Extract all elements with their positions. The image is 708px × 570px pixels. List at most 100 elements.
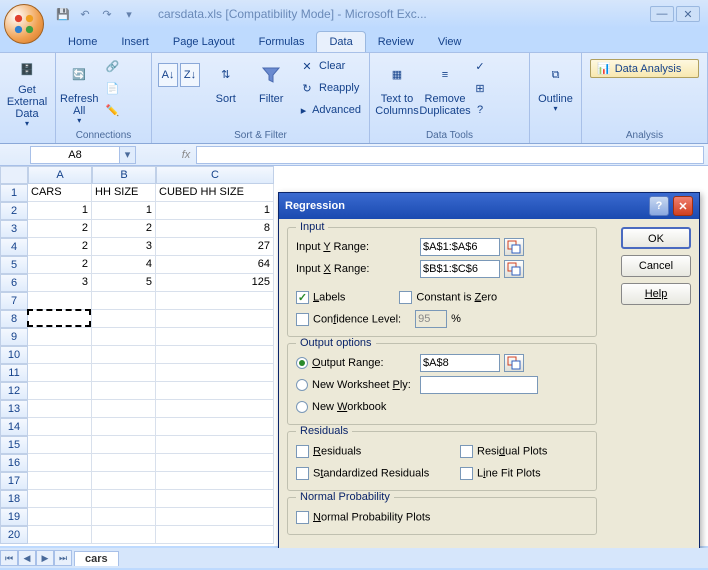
row-header[interactable]: 12: [0, 382, 28, 400]
output-range-radio[interactable]: Output Range:: [296, 357, 416, 369]
sort-button[interactable]: ⇅Sort: [204, 55, 248, 129]
empty-cell[interactable]: [92, 346, 156, 364]
cell[interactable]: CARS: [28, 184, 92, 202]
sort-desc-button[interactable]: Z↓: [180, 63, 200, 87]
empty-cell[interactable]: [28, 418, 92, 436]
row-header[interactable]: 5: [0, 256, 28, 274]
row-header[interactable]: 19: [0, 508, 28, 526]
cell[interactable]: 3: [92, 238, 156, 256]
remove-duplicates-button[interactable]: ≡Remove Duplicates: [422, 55, 468, 129]
row-header[interactable]: 18: [0, 490, 28, 508]
col-header-C[interactable]: C: [156, 166, 274, 184]
empty-cell[interactable]: [92, 310, 156, 328]
empty-cell[interactable]: [156, 346, 274, 364]
name-box[interactable]: A8: [30, 146, 120, 164]
empty-cell[interactable]: [92, 382, 156, 400]
new-worksheet-radio[interactable]: New Worksheet Ply:: [296, 379, 416, 391]
tab-insert[interactable]: Insert: [109, 32, 161, 52]
help-button[interactable]: Help: [621, 283, 691, 305]
tab-page-layout[interactable]: Page Layout: [161, 32, 247, 52]
dialog-help-icon[interactable]: ?: [649, 196, 669, 216]
row-header[interactable]: 20: [0, 526, 28, 544]
empty-cell[interactable]: [28, 310, 92, 328]
empty-cell[interactable]: [156, 310, 274, 328]
refresh-all-button[interactable]: 🔄Refresh All▾: [60, 55, 99, 129]
row-header[interactable]: 17: [0, 472, 28, 490]
dialog-close-button[interactable]: ✕: [673, 196, 693, 216]
office-button[interactable]: [4, 4, 44, 44]
tab-nav-prev[interactable]: ◀: [18, 550, 36, 566]
empty-cell[interactable]: [156, 454, 274, 472]
reapply-button[interactable]: ↻Reapply: [295, 77, 365, 99]
what-if-button[interactable]: ?: [470, 99, 490, 121]
empty-cell[interactable]: [156, 418, 274, 436]
row-header[interactable]: 16: [0, 454, 28, 472]
sheet-tab[interactable]: cars: [74, 551, 119, 566]
cell[interactable]: 3: [28, 274, 92, 292]
tab-data[interactable]: Data: [316, 31, 365, 52]
text-to-columns-button[interactable]: ▦Text to Columns: [374, 55, 420, 129]
qat-more-icon[interactable]: ▾: [120, 5, 138, 23]
cell[interactable]: 2: [28, 238, 92, 256]
empty-cell[interactable]: [92, 472, 156, 490]
row-header[interactable]: 8: [0, 310, 28, 328]
residuals-checkbox[interactable]: Residuals: [296, 445, 456, 458]
empty-cell[interactable]: [156, 436, 274, 454]
outline-button[interactable]: ⧉Outline▾: [534, 55, 577, 129]
confidence-checkbox[interactable]: Confidence Level:: [296, 313, 401, 326]
row-header[interactable]: 15: [0, 436, 28, 454]
empty-cell[interactable]: [92, 400, 156, 418]
empty-cell[interactable]: [92, 364, 156, 382]
tab-nav-first[interactable]: ⏮: [0, 550, 18, 566]
empty-cell[interactable]: [92, 418, 156, 436]
cell[interactable]: 4: [92, 256, 156, 274]
cell[interactable]: 2: [28, 220, 92, 238]
empty-cell[interactable]: [156, 364, 274, 382]
tab-formulas[interactable]: Formulas: [247, 32, 317, 52]
dialog-title-bar[interactable]: Regression ? ✕: [279, 193, 699, 219]
row-header[interactable]: 11: [0, 364, 28, 382]
empty-cell[interactable]: [28, 472, 92, 490]
col-header-A[interactable]: A: [28, 166, 92, 184]
row-header[interactable]: 13: [0, 400, 28, 418]
undo-icon[interactable]: ↶: [76, 5, 94, 23]
empty-cell[interactable]: [28, 508, 92, 526]
empty-cell[interactable]: [92, 454, 156, 472]
empty-cell[interactable]: [156, 508, 274, 526]
row-header[interactable]: 6: [0, 274, 28, 292]
empty-cell[interactable]: [28, 382, 92, 400]
y-range-ref-button[interactable]: [504, 238, 524, 256]
line-fit-checkbox[interactable]: Line Fit Plots: [460, 467, 541, 480]
output-range-field[interactable]: [420, 354, 500, 372]
close-button[interactable]: ✕: [676, 6, 700, 22]
row-header[interactable]: 4: [0, 238, 28, 256]
cell[interactable]: 1: [92, 202, 156, 220]
empty-cell[interactable]: [156, 382, 274, 400]
sort-asc-button[interactable]: A↓: [158, 63, 178, 87]
get-external-data-button[interactable]: 🗄️Get External Data▾: [4, 55, 50, 129]
empty-cell[interactable]: [28, 490, 92, 508]
cell[interactable]: 1: [156, 202, 274, 220]
clear-filter-button[interactable]: ✕Clear: [295, 55, 365, 77]
row-header[interactable]: 9: [0, 328, 28, 346]
tab-home[interactable]: Home: [56, 32, 109, 52]
empty-cell[interactable]: [92, 328, 156, 346]
residual-plots-checkbox[interactable]: Residual Plots: [460, 445, 547, 458]
filter-button[interactable]: Filter: [250, 55, 294, 129]
name-box-dropdown[interactable]: ▾: [120, 146, 136, 164]
output-range-ref-button[interactable]: [504, 354, 524, 372]
cell[interactable]: HH SIZE: [92, 184, 156, 202]
row-header[interactable]: 14: [0, 418, 28, 436]
empty-cell[interactable]: [28, 400, 92, 418]
row-header[interactable]: 1: [0, 184, 28, 202]
formula-bar[interactable]: [196, 146, 704, 164]
empty-cell[interactable]: [156, 526, 274, 544]
cell[interactable]: 1: [28, 202, 92, 220]
cell[interactable]: 27: [156, 238, 274, 256]
empty-cell[interactable]: [156, 400, 274, 418]
empty-cell[interactable]: [28, 328, 92, 346]
empty-cell[interactable]: [28, 364, 92, 382]
ok-button[interactable]: OK: [621, 227, 691, 249]
cell[interactable]: 2: [28, 256, 92, 274]
normal-prob-checkbox[interactable]: Normal Probability Plots: [296, 511, 430, 524]
